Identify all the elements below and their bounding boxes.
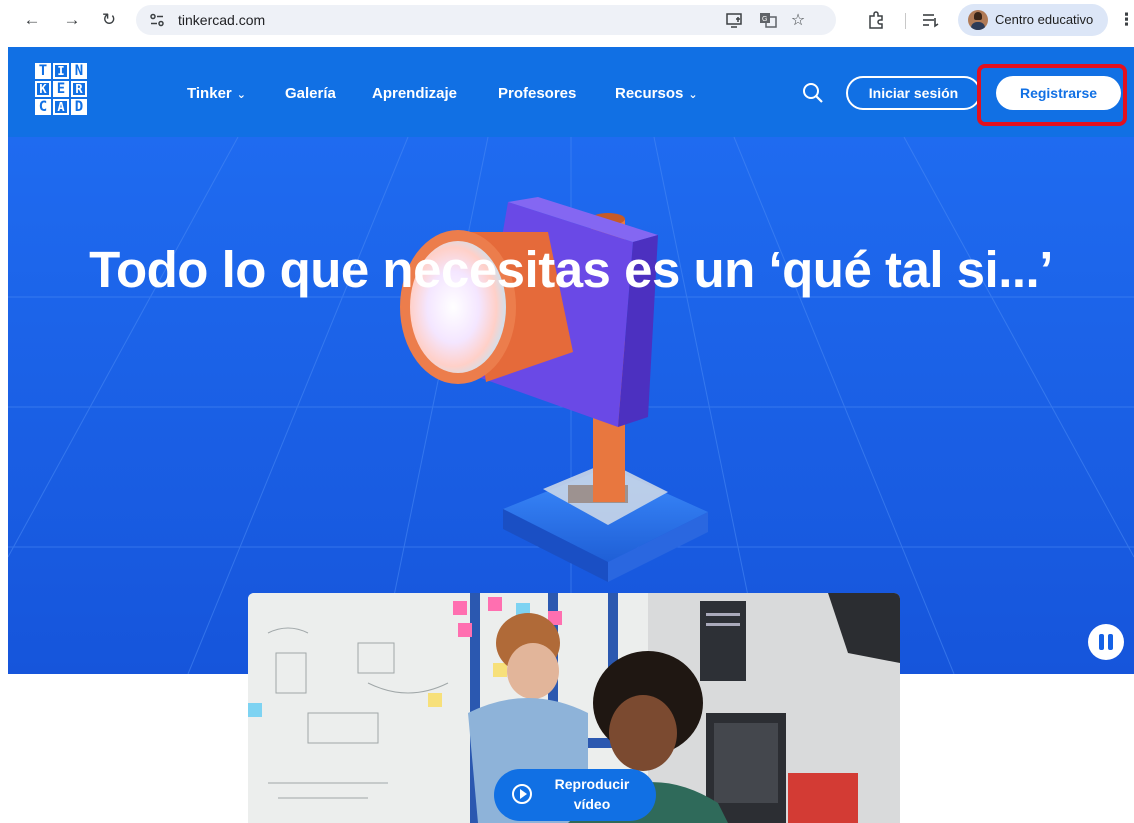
profile-avatar-icon — [968, 10, 988, 30]
logo-letter: K — [35, 81, 51, 97]
profile-label: Centro educativo — [995, 12, 1094, 27]
logo-letter: E — [53, 81, 69, 97]
star-icon[interactable]: ☆ — [788, 10, 808, 30]
register-button[interactable]: Registrarse — [996, 76, 1121, 110]
nav-item-aprendizaje[interactable]: Aprendizaje — [372, 85, 457, 102]
browser-toolbar: ← → ↻ tinkercad.com G ☆ Centro educativo… — [0, 0, 1134, 40]
logo-letter: I — [53, 63, 69, 79]
pause-bar — [1108, 634, 1113, 650]
logo-letter: R — [71, 81, 87, 97]
toolbar-separator — [905, 13, 906, 29]
svg-text:G: G — [762, 16, 767, 23]
install-app-icon[interactable] — [725, 10, 745, 30]
extensions-icon[interactable] — [866, 10, 886, 30]
translate-icon[interactable]: G — [758, 10, 778, 30]
nav-item-label: Aprendizaje — [372, 85, 458, 102]
hero-title: Todo lo que necesitas es un ‘qué tal si.… — [89, 241, 1053, 298]
tinkercad-logo[interactable]: T I N K E R C A D — [35, 63, 87, 115]
url-text[interactable]: tinkercad.com — [178, 12, 265, 28]
play-video-button[interactable]: Reproducir vídeo — [494, 769, 656, 821]
nav-item-label: Galería — [285, 85, 336, 102]
chevron-down-icon: ⌄ — [688, 89, 698, 101]
logo-letter: C — [35, 99, 51, 115]
logo-letter: N — [71, 63, 87, 79]
forward-arrow-icon[interactable]: → — [60, 8, 84, 32]
logo-letter: D — [71, 99, 87, 115]
play-label-line2: vídeo — [573, 796, 611, 812]
nav-item-galeria[interactable]: Galería — [285, 85, 336, 102]
nav-item-tinker[interactable]: Tinker ⌄ — [187, 85, 246, 102]
site-settings-icon[interactable] — [149, 12, 165, 28]
login-button[interactable]: Iniciar sesión — [846, 76, 981, 110]
site-header: T I N K E R C A D Tinker ⌄ Galería Aprend… — [8, 47, 1134, 137]
logo-letter: A — [53, 99, 69, 115]
search-icon[interactable] — [801, 81, 825, 105]
nav-item-label: Profesores — [498, 85, 577, 102]
play-icon — [512, 784, 532, 804]
nav-item-label: Recursos — [615, 85, 684, 102]
logo-letter: T — [35, 63, 51, 79]
nav-item-profesores[interactable]: Profesores — [498, 85, 576, 102]
nav-item-recursos[interactable]: Recursos ⌄ — [615, 85, 698, 102]
back-arrow-icon[interactable]: ← — [20, 8, 44, 32]
play-video-label: Reproducir vídeo — [542, 774, 642, 814]
nav-item-label: Tinker — [187, 85, 232, 102]
more-menu-icon[interactable]: ⋮ — [1118, 10, 1134, 30]
profile-button[interactable]: Centro educativo — [958, 4, 1108, 36]
reading-list-icon[interactable] — [920, 10, 940, 30]
play-label-line1: Reproducir — [554, 776, 630, 792]
reload-icon[interactable]: ↻ — [97, 8, 121, 32]
pause-button[interactable] — [1088, 624, 1124, 660]
chevron-down-icon: ⌄ — [236, 89, 246, 101]
pause-bar — [1099, 634, 1104, 650]
